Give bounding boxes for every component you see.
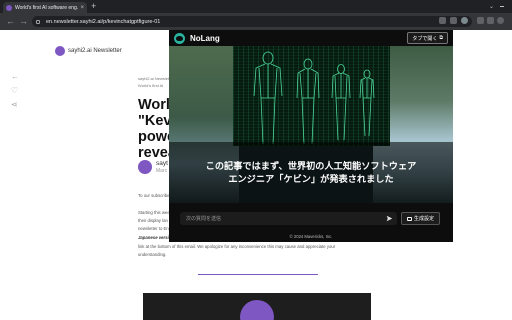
nolang-popup: NoLang タブで開く ⧉ この記事ではまず、世界初の人工知能ソフトウェア エ… — [169, 30, 453, 242]
nolang-extension-icon[interactable] — [461, 17, 468, 24]
generation-settings-label: 生成設定 — [413, 216, 434, 222]
window-minimize-icon[interactable] — [500, 6, 504, 7]
body-line: understanding. — [138, 252, 167, 257]
subtitle-line: エンジニア「ケビン」が発表されました — [228, 173, 394, 184]
body-line: Japanese versi — [138, 235, 169, 240]
back-arrow-icon[interactable]: ← — [11, 72, 19, 81]
question-input[interactable]: 次の質問を送信 — [180, 212, 397, 225]
url-text: en.newsletter.sayhi2.ai/p/kevinchatgptfi… — [46, 18, 161, 25]
tab-close-icon[interactable]: × — [80, 5, 84, 11]
back-icon[interactable]: ← — [6, 16, 15, 26]
side-panel-icon[interactable] — [487, 17, 494, 24]
bookmark-icon[interactable] — [450, 17, 457, 24]
browser-tab-bar: World's first AI software eng... × + ⌄ — [0, 0, 512, 13]
nolang-brand: NoLang — [190, 33, 220, 43]
subtitle-line: この記事ではまず、世界初の人工知能ソフトウェア — [205, 160, 417, 171]
body-line: newsletter to En — [138, 226, 169, 231]
browser-toolbar: ← → en.newsletter.sayhi2.ai/p/kevinchatg… — [0, 13, 512, 30]
address-bar[interactable]: en.newsletter.sayhi2.ai/p/kevinchatgptfi… — [32, 16, 472, 27]
section-divider — [198, 274, 318, 275]
translate-icon[interactable] — [439, 17, 446, 24]
tab-search-icon[interactable]: ⌄ — [489, 3, 494, 10]
extensions-icon[interactable] — [477, 17, 484, 24]
forward-icon[interactable]: → — [19, 16, 28, 26]
copyright-text: © 2024 Mavericks, Inc. — [289, 234, 333, 239]
body-line: To our subscribe — [138, 193, 170, 198]
new-tab-button[interactable]: + — [91, 1, 96, 11]
share-icon[interactable]: ⋖ — [11, 100, 18, 109]
video-player[interactable]: この記事ではまず、世界初の人工知能ソフトウェア エンジニア「ケビン」が発表されま… — [169, 46, 453, 203]
publish-date: Marc — [156, 168, 168, 174]
body-line: link at the bottom of this email. We apo… — [138, 244, 336, 249]
body-line: Starting this wee — [138, 210, 170, 215]
author-avatar — [138, 160, 152, 174]
newsletter-brand[interactable]: sayhi2.ai Newsletter — [68, 48, 122, 54]
breadcrumb-current: World's first AI — [138, 83, 164, 88]
author-name[interactable]: sayt — [156, 160, 168, 167]
tab-favicon-icon — [6, 4, 12, 11]
subtitle-overlay: この記事ではまず、世界初の人工知能ソフトウェア エンジニア「ケビン」が発表されま… — [169, 142, 453, 203]
popup-header: NoLang タブで開く ⧉ — [169, 30, 453, 46]
generation-settings-button[interactable]: 生成設定 — [401, 212, 440, 225]
video-settings-icon — [406, 216, 412, 221]
article-title: World"Kevipowerevea — [138, 97, 170, 161]
site-info-icon[interactable] — [36, 19, 40, 24]
body-line: their display lan — [138, 218, 168, 223]
open-in-tab-button[interactable]: タブで開く ⧉ — [407, 32, 448, 44]
digital-humanoid-figures — [253, 51, 375, 145]
question-input-placeholder: 次の質問を送信 — [186, 216, 222, 222]
profile-avatar[interactable] — [497, 17, 504, 24]
heart-icon[interactable]: ♡ — [11, 86, 18, 95]
open-in-tab-label: タブで開く — [412, 35, 438, 42]
nolang-logo-icon — [174, 32, 185, 44]
newsletter-logo — [55, 46, 65, 56]
browser-tab[interactable]: World's first AI software eng... × — [3, 2, 87, 13]
external-link-icon: ⧉ — [439, 35, 443, 41]
tab-title: World's first AI software eng... — [15, 4, 79, 11]
send-icon[interactable] — [386, 215, 393, 222]
